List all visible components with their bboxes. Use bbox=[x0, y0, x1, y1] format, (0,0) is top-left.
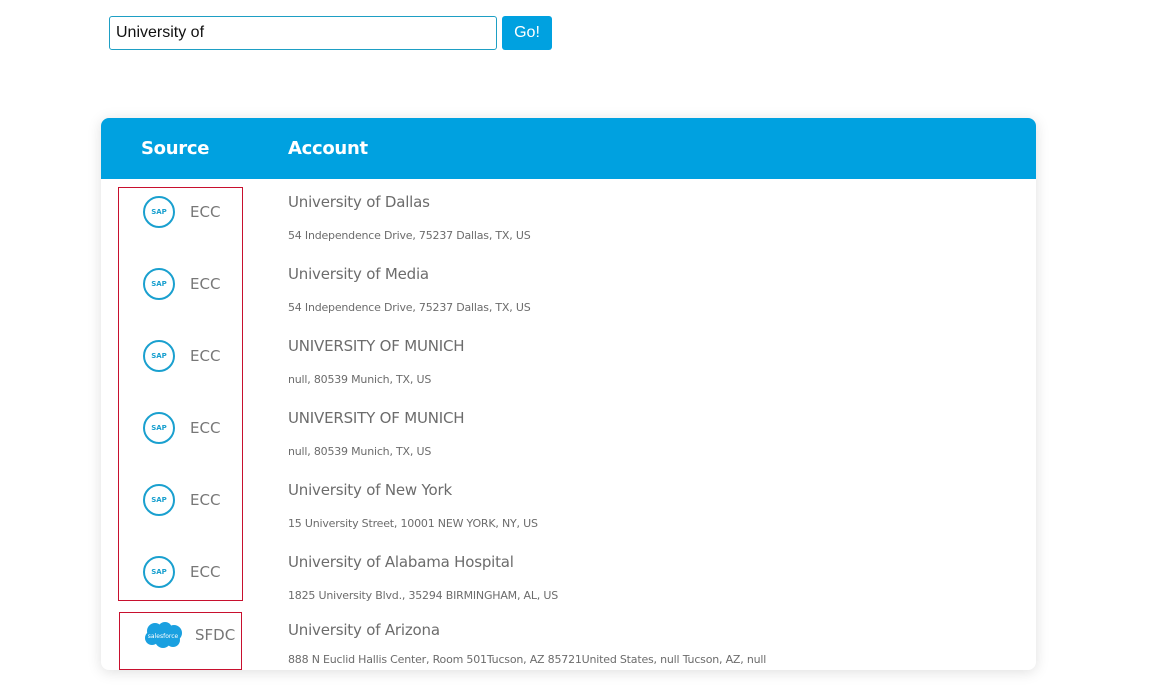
header-account: Account bbox=[288, 138, 368, 159]
table-row[interactable]: SAP ECC University of New York 15 Univer… bbox=[101, 467, 1036, 539]
account-name[interactable]: UNIVERSITY OF MUNICH bbox=[288, 337, 465, 355]
account-address: 54 Independence Drive, 75237 Dallas, TX,… bbox=[288, 301, 531, 314]
table-row[interactable]: SAP ECC University of Media 54 Independe… bbox=[101, 251, 1036, 323]
account-name[interactable]: University of Media bbox=[288, 265, 429, 283]
account-address: 888 N Euclid Hallis Center, Room 501Tucs… bbox=[288, 653, 767, 666]
source-name: ECC bbox=[190, 275, 221, 293]
account-address: 15 University Street, 10001 NEW YORK, NY… bbox=[288, 517, 538, 530]
sap-logo-icon: SAP bbox=[143, 412, 175, 444]
header-source: Source bbox=[141, 138, 210, 159]
table-row[interactable]: salesforce SFDC University of Arizona 88… bbox=[101, 611, 1036, 670]
source-name: ECC bbox=[190, 347, 221, 365]
sap-logo-icon: SAP bbox=[143, 340, 175, 372]
search-bar: Go! bbox=[109, 16, 552, 50]
source-cell: SAP ECC bbox=[143, 196, 220, 228]
account-name[interactable]: University of Dallas bbox=[288, 193, 430, 211]
table-row[interactable]: SAP ECC UNIVERSITY OF MUNICH null, 80539… bbox=[101, 323, 1036, 395]
table-header: Source Account bbox=[101, 118, 1036, 179]
source-name: ECC bbox=[190, 203, 221, 221]
source-cell: SAP ECC bbox=[143, 484, 220, 516]
account-address: null, 80539 Munich, TX, US bbox=[288, 445, 432, 458]
go-button[interactable]: Go! bbox=[502, 16, 552, 50]
account-name[interactable]: University of Arizona bbox=[288, 621, 440, 639]
source-name: ECC bbox=[190, 419, 221, 437]
source-cell: SAP ECC bbox=[143, 556, 220, 588]
account-address: 1825 University Blvd., 35294 BIRMINGHAM,… bbox=[288, 589, 559, 602]
salesforce-logo-icon: salesforce bbox=[143, 621, 183, 649]
sap-logo-icon: SAP bbox=[143, 196, 175, 228]
account-address: 54 Independence Drive, 75237 Dallas, TX,… bbox=[288, 229, 531, 242]
sap-logo-icon: SAP bbox=[143, 268, 175, 300]
account-name[interactable]: University of New York bbox=[288, 481, 452, 499]
source-cell: SAP ECC bbox=[143, 412, 220, 444]
source-name: SFDC bbox=[195, 626, 236, 644]
source-cell: SAP ECC bbox=[143, 268, 220, 300]
table-body: SAP ECC University of Dallas 54 Independ… bbox=[101, 179, 1036, 670]
sap-logo-icon: SAP bbox=[143, 556, 175, 588]
table-row[interactable]: SAP ECC University of Alabama Hospital 1… bbox=[101, 539, 1036, 611]
account-name[interactable]: University of Alabama Hospital bbox=[288, 553, 514, 571]
search-input[interactable] bbox=[109, 16, 497, 50]
table-row[interactable]: SAP ECC UNIVERSITY OF MUNICH null, 80539… bbox=[101, 395, 1036, 467]
table-row[interactable]: SAP ECC University of Dallas 54 Independ… bbox=[101, 179, 1036, 251]
source-cell: salesforce SFDC bbox=[143, 621, 235, 649]
salesforce-logo-text: salesforce bbox=[148, 633, 179, 640]
account-address: null, 80539 Munich, TX, US bbox=[288, 373, 432, 386]
source-cell: SAP ECC bbox=[143, 340, 220, 372]
account-name[interactable]: UNIVERSITY OF MUNICH bbox=[288, 409, 465, 427]
source-name: ECC bbox=[190, 491, 221, 509]
results-table: Source Account SAP ECC University of Dal… bbox=[101, 118, 1036, 670]
sap-logo-icon: SAP bbox=[143, 484, 175, 516]
source-name: ECC bbox=[190, 563, 221, 581]
